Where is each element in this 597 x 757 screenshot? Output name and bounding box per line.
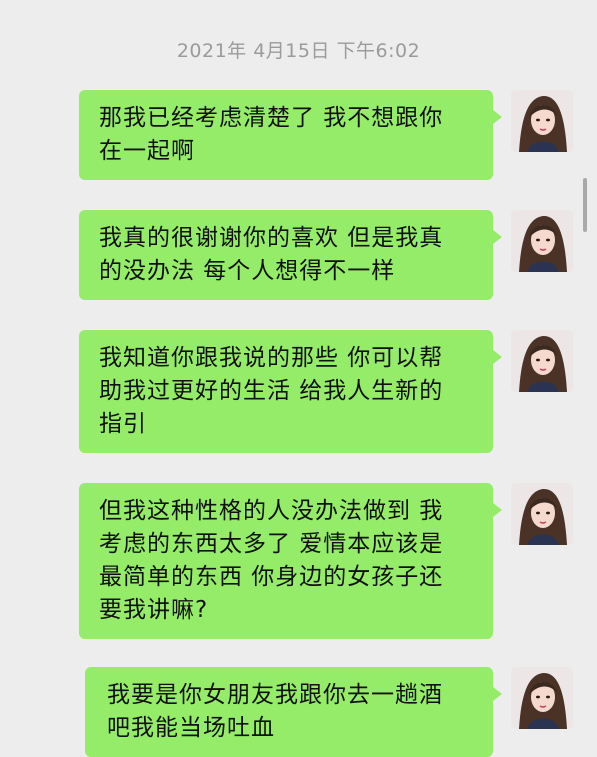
message-text-line: 我知道你跟我说的那些 你可以帮 bbox=[99, 345, 444, 371]
message-text-line: 吧我能当场吐血 bbox=[107, 715, 275, 741]
avatar-girl-icon bbox=[511, 90, 573, 152]
message-bubble[interactable]: 我真的很谢谢你的喜欢 但是我真 的没办法 每个人想得不一样 bbox=[79, 210, 502, 300]
message-text-line: 我真的很谢谢你的喜欢 但是我真 bbox=[99, 225, 444, 251]
avatar[interactable] bbox=[511, 90, 573, 152]
avatar-girl-icon bbox=[511, 210, 573, 272]
message-text-line: 最简单的东西 你身边的女孩子还 bbox=[99, 564, 444, 590]
avatar-girl-icon bbox=[511, 667, 573, 729]
scrollbar[interactable] bbox=[583, 178, 587, 232]
avatar[interactable] bbox=[511, 330, 573, 392]
message-bubble[interactable]: 我要是你女朋友我跟你去一趟酒 吧我能当场吐血 bbox=[85, 667, 502, 757]
avatar[interactable] bbox=[511, 483, 573, 545]
avatar-girl-icon bbox=[511, 483, 573, 545]
message-text-line: 我要是你女朋友我跟你去一趟酒 bbox=[107, 682, 443, 708]
avatar-girl-icon bbox=[511, 330, 573, 392]
message-text-line: 指引 bbox=[99, 411, 147, 437]
message-text-line: 考虑的东西太多了 爱情本应该是 bbox=[99, 531, 444, 557]
message-text-line: 的没办法 每个人想得不一样 bbox=[99, 258, 396, 284]
avatar[interactable] bbox=[511, 210, 573, 272]
message-text-line: 助我过更好的生活 给我人生新的 bbox=[99, 378, 444, 404]
avatar[interactable] bbox=[511, 667, 573, 729]
message-text-line: 在一起啊 bbox=[99, 138, 195, 164]
message-timestamp: 2021年 4月15日 下午6:02 bbox=[176, 40, 421, 62]
message-text-line: 那我已经考虑清楚了 我不想跟你 bbox=[99, 105, 444, 131]
message-text-line: 要我讲嘛? bbox=[99, 597, 209, 623]
message-bubble[interactable]: 我知道你跟我说的那些 你可以帮 助我过更好的生活 给我人生新的 指引 bbox=[79, 330, 502, 453]
message-bubble[interactable]: 但我这种性格的人没办法做到 我 考虑的东西太多了 爱情本应该是 最简单的东西 你… bbox=[79, 483, 502, 639]
message-bubble[interactable]: 那我已经考虑清楚了 我不想跟你 在一起啊 bbox=[79, 90, 502, 180]
message-text-line: 但我这种性格的人没办法做到 我 bbox=[99, 498, 444, 524]
